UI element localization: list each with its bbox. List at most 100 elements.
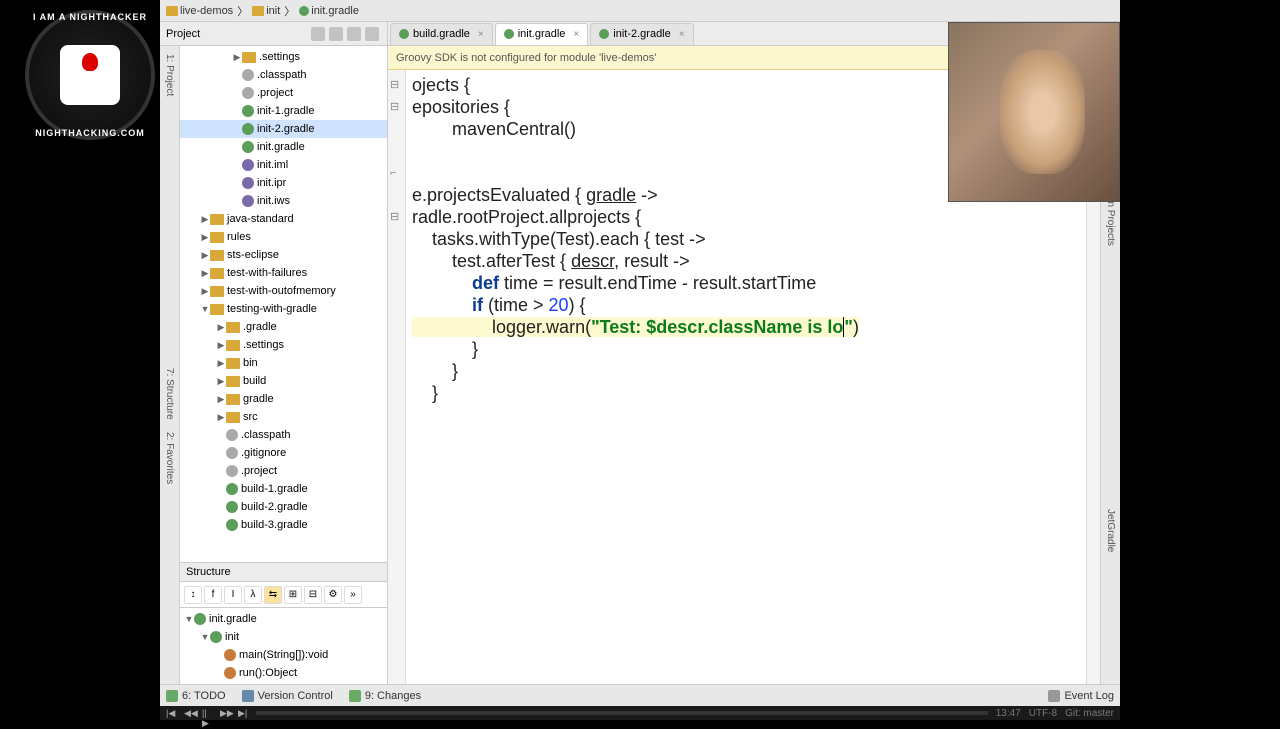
scroll-to-icon[interactable]	[311, 27, 325, 41]
event-log-button[interactable]: Event Log	[1048, 690, 1114, 702]
tree-item-init-iws[interactable]: init.iws	[180, 192, 387, 210]
tree-item-init-gradle[interactable]: init.gradle	[180, 138, 387, 156]
tree-item-label: .gitignore	[241, 447, 286, 459]
breadcrumb-file[interactable]: init.gradle	[299, 5, 359, 17]
expand-icon[interactable]: ⊞	[284, 586, 302, 604]
fold-icon[interactable]: ⊟	[390, 96, 399, 118]
breadcrumb-root[interactable]: live-demos	[166, 5, 233, 17]
logo-top-text: I AM A NIGHTHACKER	[33, 12, 147, 22]
tab-build-gradle[interactable]: build.gradle×	[390, 23, 493, 45]
vtab-jetgradle[interactable]: JetGradle	[1105, 505, 1116, 556]
tree-item-rules[interactable]: ▶rules	[180, 228, 387, 246]
folder-icon	[210, 286, 224, 297]
more-icon[interactable]: »	[344, 586, 362, 604]
tree-item-test-with-outofmemory[interactable]: ▶test-with-outofmemory	[180, 282, 387, 300]
tree-item-label: init.iml	[257, 159, 288, 171]
editor-gutter[interactable]: ⊟ ⊟ ⌐ ⊟	[388, 70, 406, 684]
close-icon[interactable]: ×	[679, 29, 685, 40]
project-tree[interactable]: ▶.settings.classpath.projectinit-1.gradl…	[180, 46, 387, 562]
vtab-favorites[interactable]: 2: Favorites	[164, 428, 175, 488]
seek-bar[interactable]	[256, 711, 988, 715]
rewind-icon[interactable]: ◀◀	[184, 708, 194, 718]
webcam-overlay	[948, 22, 1120, 202]
folder-icon	[210, 214, 224, 225]
tree-item-src[interactable]: ▶src	[180, 408, 387, 426]
tree-item-init-iml[interactable]: init.iml	[180, 156, 387, 174]
close-icon[interactable]: ×	[478, 29, 484, 40]
vtab-structure[interactable]: 7: Structure	[164, 364, 175, 424]
tree-item--project[interactable]: .project	[180, 84, 387, 102]
hide-icon[interactable]	[369, 566, 381, 578]
structure-run[interactable]: run():Object	[180, 664, 387, 682]
tree-item-label: .settings	[259, 51, 300, 63]
tree-item-label: init.iws	[257, 195, 290, 207]
tree-item-sts-eclipse[interactable]: ▶sts-eclipse	[180, 246, 387, 264]
gradle-icon	[226, 519, 238, 531]
tree-item-build-2-gradle[interactable]: build-2.gradle	[180, 498, 387, 516]
tree-item--classpath[interactable]: .classpath	[180, 426, 387, 444]
tree-item-label: .settings	[243, 339, 284, 351]
close-icon[interactable]: ×	[573, 29, 579, 40]
structure-main[interactable]: main(String[]):void	[180, 646, 387, 664]
skip-forward-icon[interactable]: ▶|	[238, 708, 248, 718]
structure-tree[interactable]: ▼init.gradle ▼init main(String[]):void r…	[180, 608, 387, 684]
structure-root[interactable]: ▼init.gradle	[180, 610, 387, 628]
changes-button[interactable]: 9: Changes	[349, 690, 421, 702]
tree-item-testing-with-gradle[interactable]: ▼testing-with-gradle	[180, 300, 387, 318]
settings-icon[interactable]: ⚙	[324, 586, 342, 604]
play-pause-icon[interactable]: ||▶	[202, 708, 212, 718]
tab-init2-gradle[interactable]: init-2.gradle×	[590, 23, 693, 45]
tree-item--gradle[interactable]: ▶.gradle	[180, 318, 387, 336]
sort-icon[interactable]: ↕	[184, 586, 202, 604]
fold-icon[interactable]: ⊟	[390, 206, 399, 228]
tree-item-init-1-gradle[interactable]: init-1.gradle	[180, 102, 387, 120]
gear-icon[interactable]	[347, 27, 361, 41]
gradle-icon	[242, 105, 254, 117]
tree-item--classpath[interactable]: .classpath	[180, 66, 387, 84]
collapse-icon[interactable]	[329, 27, 343, 41]
filter-inherited-icon[interactable]: I	[224, 586, 242, 604]
skip-back-icon[interactable]: |◀	[166, 708, 176, 718]
tree-item-label: .gradle	[243, 321, 277, 333]
tree-item-gradle[interactable]: ▶gradle	[180, 390, 387, 408]
tree-item--project[interactable]: .project	[180, 462, 387, 480]
tree-item-java-standard[interactable]: ▶java-standard	[180, 210, 387, 228]
version-control-button[interactable]: Version Control	[242, 690, 333, 702]
tree-item-label: sts-eclipse	[227, 249, 279, 261]
file-icon	[226, 465, 238, 477]
folder-icon	[210, 250, 224, 261]
filter-anon-icon[interactable]: λ	[244, 586, 262, 604]
left-tool-strip: 1: Project 7: Structure 2: Favorites	[160, 46, 180, 684]
tree-item--settings[interactable]: ▶.settings	[180, 336, 387, 354]
todo-button[interactable]: 6: TODO	[166, 690, 226, 702]
tree-item-init-2-gradle[interactable]: init-2.gradle	[180, 120, 387, 138]
folder-icon	[226, 376, 240, 387]
folder-icon	[226, 394, 240, 405]
tree-item-build-1-gradle[interactable]: build-1.gradle	[180, 480, 387, 498]
player-encoding: UTF-8	[1029, 708, 1057, 719]
autoscroll-icon[interactable]: ⇆	[264, 586, 282, 604]
tree-item-bin[interactable]: ▶bin	[180, 354, 387, 372]
gear-icon[interactable]	[357, 566, 369, 578]
collapse-all-icon[interactable]: ⊟	[304, 586, 322, 604]
banner-message: Groovy SDK is not configured for module …	[396, 52, 656, 64]
breadcrumb-folder[interactable]: init	[252, 5, 280, 17]
fold-icon[interactable]: ⊟	[390, 74, 399, 96]
tree-item-build[interactable]: ▶build	[180, 372, 387, 390]
tree-item--gitignore[interactable]: .gitignore	[180, 444, 387, 462]
fast-forward-icon[interactable]: ▶▶	[220, 708, 230, 718]
fold-end-icon[interactable]: ⌐	[390, 162, 396, 184]
tree-item--settings[interactable]: ▶.settings	[180, 48, 387, 66]
tree-item-test-with-failures[interactable]: ▶test-with-failures	[180, 264, 387, 282]
structure-header: Structure	[180, 562, 387, 582]
tree-item-label: init.gradle	[257, 141, 305, 153]
vtab-project[interactable]: 1: Project	[164, 50, 175, 100]
tab-init-gradle[interactable]: init.gradle×	[495, 23, 589, 45]
structure-init[interactable]: ▼init	[180, 628, 387, 646]
tree-item-build-3-gradle[interactable]: build-3.gradle	[180, 516, 387, 534]
filter-fields-icon[interactable]: f	[204, 586, 222, 604]
tree-item-init-ipr[interactable]: init.ipr	[180, 174, 387, 192]
tree-item-label: init.ipr	[257, 177, 286, 189]
gradle-icon	[242, 141, 254, 153]
hide-icon[interactable]	[365, 27, 379, 41]
